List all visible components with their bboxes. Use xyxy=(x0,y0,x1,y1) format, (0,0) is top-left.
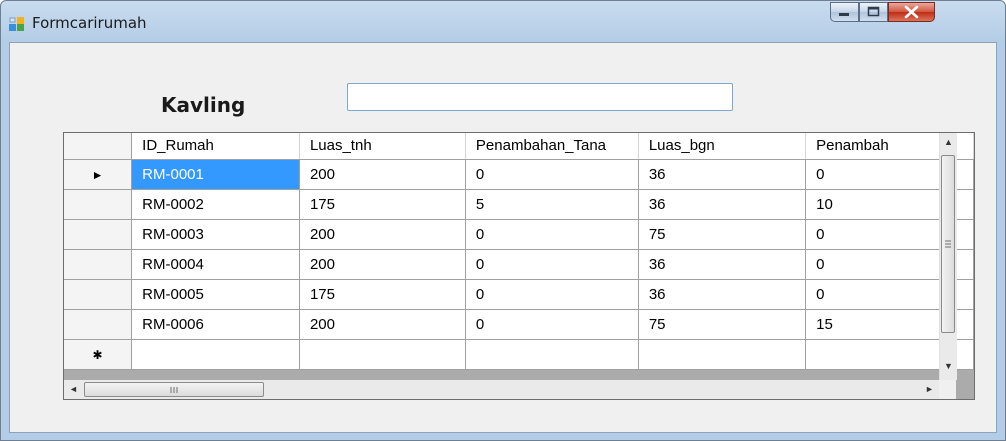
table-cell[interactable]: 36 xyxy=(638,159,807,190)
row-header[interactable] xyxy=(64,309,133,340)
close-icon xyxy=(904,5,919,19)
table-cell[interactable] xyxy=(299,339,466,370)
column-header-luas-tnh[interactable]: Luas_tnh xyxy=(299,133,466,160)
table-cell[interactable]: RM-0005 xyxy=(131,279,300,310)
column-header-penambahan-tanah[interactable]: Penambahan_Tana xyxy=(465,133,639,160)
scroll-up-arrow-icon[interactable]: ▲ xyxy=(944,137,953,147)
table-cell[interactable]: 200 xyxy=(299,309,466,340)
table-cell[interactable]: 75 xyxy=(638,219,807,250)
grip-icon xyxy=(945,240,951,248)
row-header[interactable] xyxy=(64,219,133,250)
column-header-luas-bgn[interactable]: Luas_bgn xyxy=(638,133,807,160)
vertical-scrollbar[interactable]: ▲ ▼ xyxy=(939,133,957,380)
app-window: Formcarirumah Kavling ID_Rumah Luas_tnh … xyxy=(0,0,1006,441)
column-header-id-rumah[interactable]: ID_Rumah xyxy=(131,133,300,160)
table-row[interactable]: RM-0003 200 0 75 0 xyxy=(64,219,974,250)
maximize-icon xyxy=(867,6,880,17)
table-cell[interactable]: RM-0002 xyxy=(131,189,300,220)
form-client-area: Kavling ID_Rumah Luas_tnh Penambahan_Tan… xyxy=(9,42,997,433)
horizontal-scrollbar[interactable]: ◄ ► xyxy=(64,380,939,399)
table-cell[interactable]: RM-0006 xyxy=(131,309,300,340)
table-cell[interactable]: 75 xyxy=(638,309,807,340)
new-row-asterisk-icon: ✱ xyxy=(92,347,103,362)
table-cell[interactable]: 0 xyxy=(465,249,639,280)
table-cell[interactable]: 175 xyxy=(299,189,466,220)
scrollbar-corner xyxy=(939,380,956,399)
row-header[interactable] xyxy=(64,279,133,310)
table-row[interactable]: RM-0006 200 0 75 15 xyxy=(64,309,974,340)
row-header[interactable] xyxy=(64,189,133,220)
table-cell[interactable]: 0 xyxy=(465,309,639,340)
scroll-left-arrow-icon[interactable]: ◄ xyxy=(69,384,78,394)
title-bar[interactable]: Formcarirumah xyxy=(1,1,1005,41)
scroll-down-arrow-icon[interactable]: ▼ xyxy=(944,361,953,371)
row-header[interactable] xyxy=(64,249,133,280)
table-cell[interactable]: 36 xyxy=(638,279,807,310)
current-row-arrow-icon: ► xyxy=(91,167,104,182)
app-icon xyxy=(9,17,24,31)
table-row[interactable]: RM-0004 200 0 36 0 xyxy=(64,249,974,280)
grip-icon xyxy=(170,387,178,393)
table-cell[interactable] xyxy=(465,339,639,370)
grid-table: ID_Rumah Luas_tnh Penambahan_Tana Luas_b… xyxy=(64,133,974,370)
row-header[interactable]: ✱ xyxy=(64,339,133,370)
new-row[interactable]: ✱ xyxy=(64,339,974,370)
table-row[interactable]: ► RM-0001 200 0 36 0 xyxy=(64,159,974,190)
row-header[interactable]: ► xyxy=(64,159,133,190)
table-cell[interactable] xyxy=(638,339,807,370)
minimize-icon xyxy=(839,13,849,16)
table-cell[interactable]: 200 xyxy=(299,249,466,280)
horizontal-scroll-thumb[interactable] xyxy=(84,382,264,397)
vertical-scroll-thumb[interactable] xyxy=(941,155,955,333)
data-grid[interactable]: ID_Rumah Luas_tnh Penambahan_Tana Luas_b… xyxy=(63,132,975,400)
table-cell[interactable]: 0 xyxy=(465,219,639,250)
table-cell[interactable]: 175 xyxy=(299,279,466,310)
table-cell[interactable]: RM-0001 xyxy=(131,159,300,190)
table-cell[interactable]: 200 xyxy=(299,159,466,190)
maximize-button[interactable] xyxy=(859,2,888,22)
table-cell[interactable]: RM-0004 xyxy=(131,249,300,280)
table-cell[interactable]: RM-0003 xyxy=(131,219,300,250)
table-cell[interactable]: 0 xyxy=(465,159,639,190)
minimize-button[interactable] xyxy=(830,2,859,22)
table-cell[interactable]: 0 xyxy=(465,279,639,310)
table-cell[interactable]: 36 xyxy=(638,189,807,220)
scroll-right-arrow-icon[interactable]: ► xyxy=(925,384,934,394)
kavling-input[interactable] xyxy=(347,83,733,111)
table-cell[interactable]: 36 xyxy=(638,249,807,280)
table-row[interactable]: RM-0002 175 5 36 10 xyxy=(64,189,974,220)
window-title: Formcarirumah xyxy=(32,14,147,32)
table-cell[interactable]: 5 xyxy=(465,189,639,220)
corner-header-cell[interactable] xyxy=(64,133,133,160)
kavling-label: Kavling xyxy=(161,93,246,117)
table-cell[interactable]: 200 xyxy=(299,219,466,250)
table-row[interactable]: RM-0005 175 0 36 0 xyxy=(64,279,974,310)
close-button[interactable] xyxy=(888,2,935,22)
grid-header-row: ID_Rumah Luas_tnh Penambahan_Tana Luas_b… xyxy=(64,133,974,160)
table-cell[interactable] xyxy=(131,339,300,370)
